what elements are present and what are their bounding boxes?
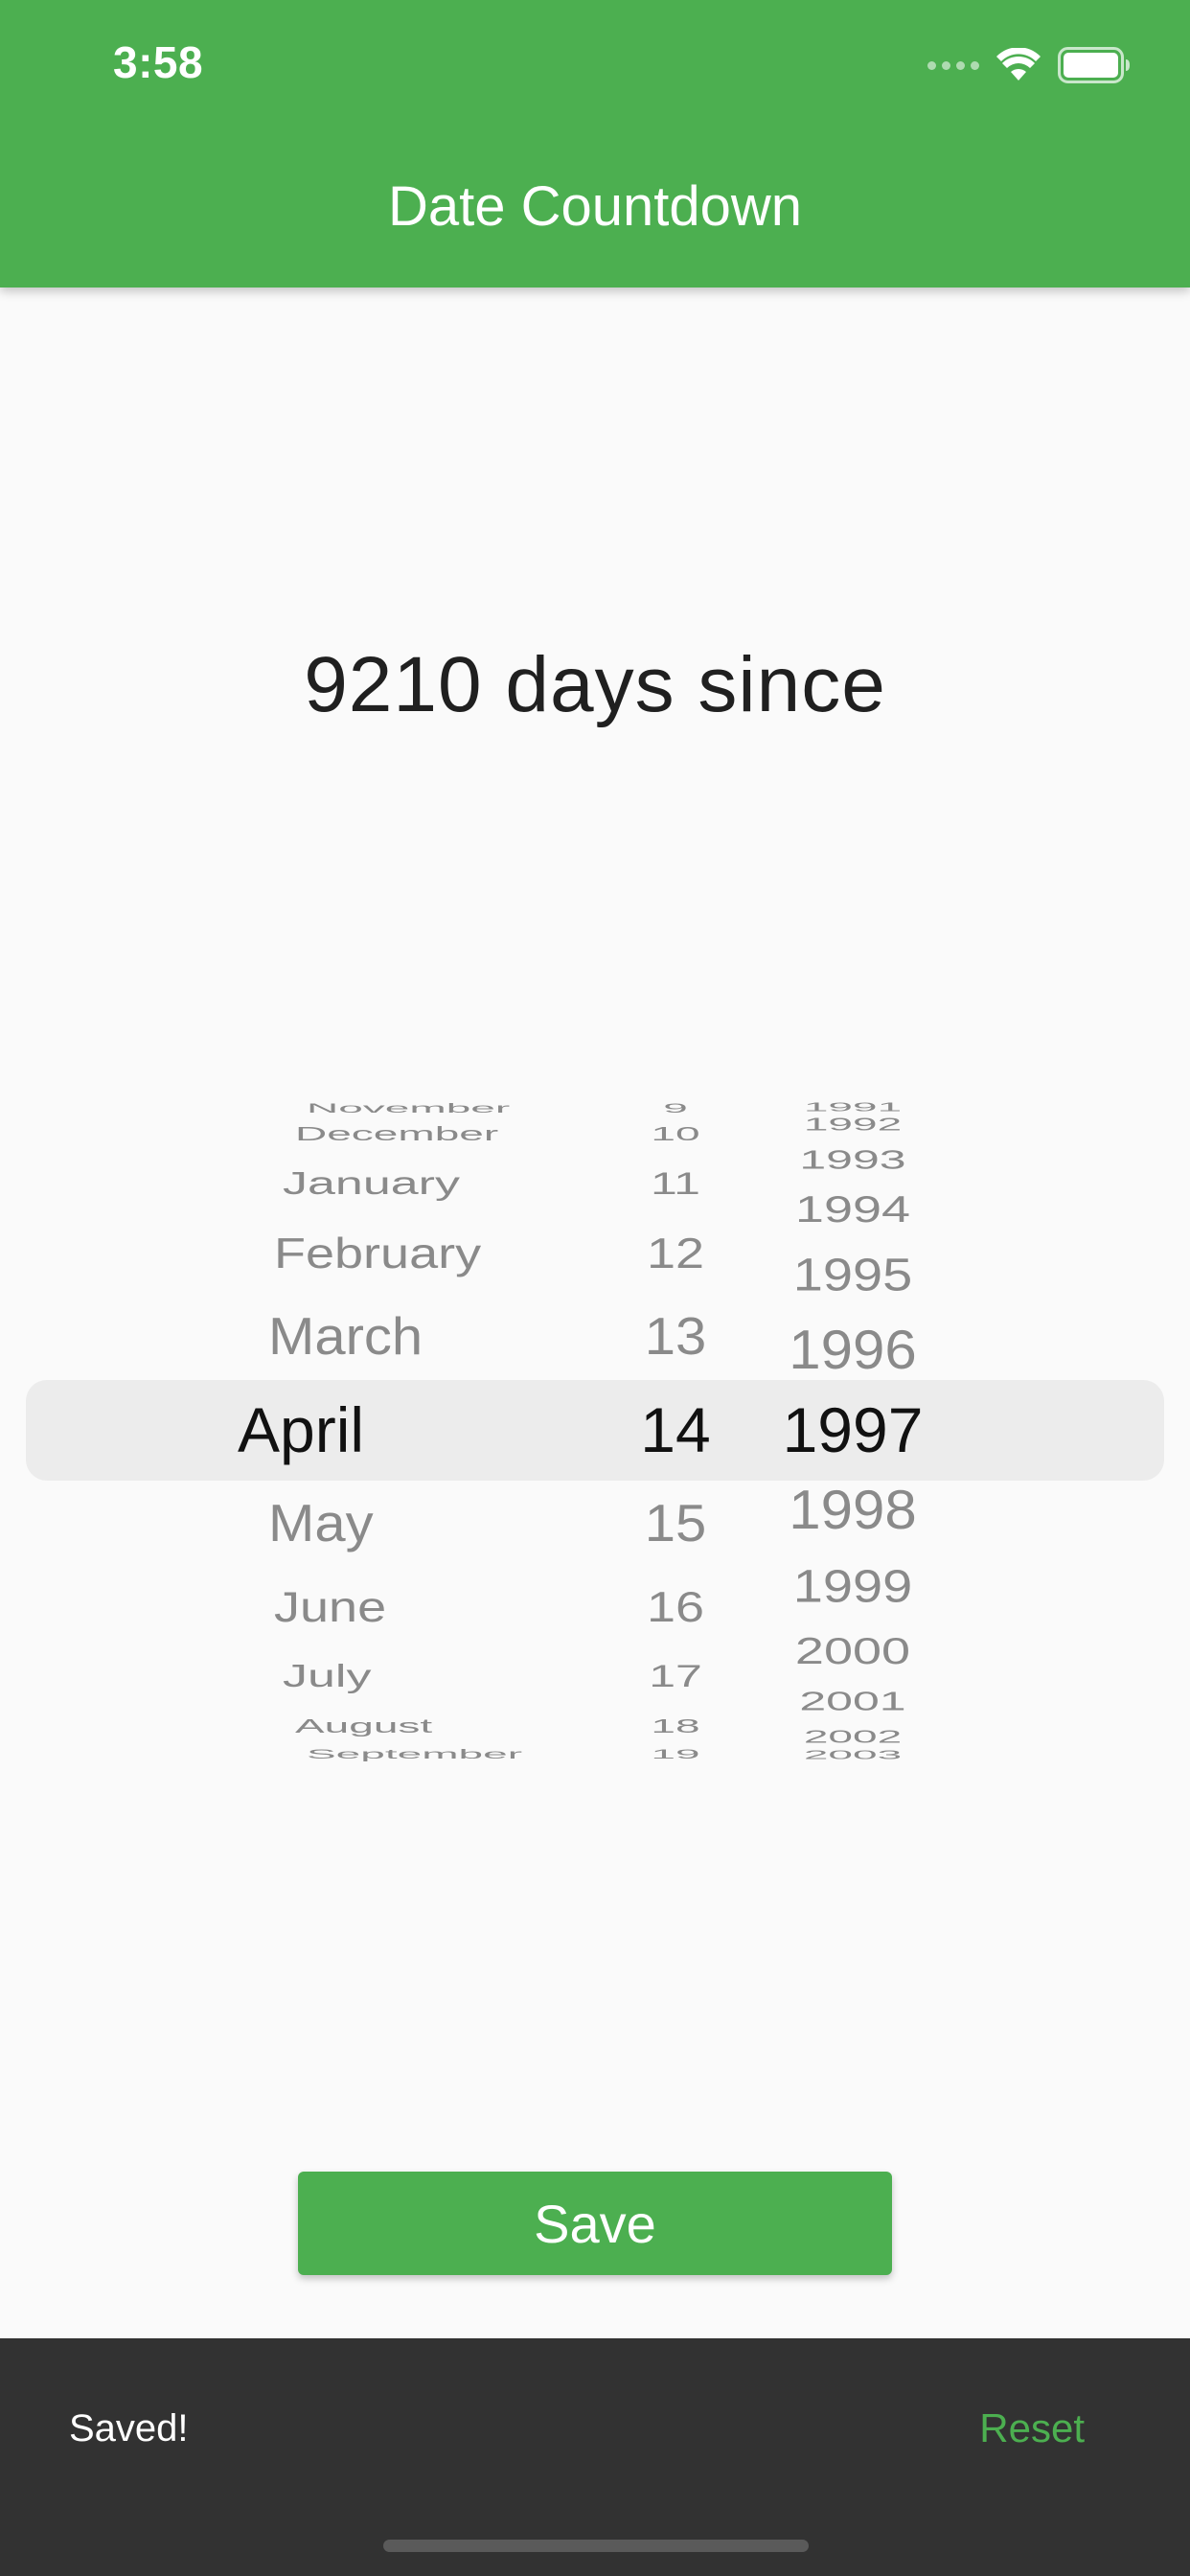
- picker-day-item[interactable]: 17: [623, 1652, 728, 1699]
- picker-year-item[interactable]: 2001: [767, 1681, 939, 1721]
- picker-year-item[interactable]: 2003: [767, 1744, 939, 1764]
- picker-year-item[interactable]: 1992: [767, 1110, 939, 1138]
- picker-year-item[interactable]: 2000: [767, 1625, 939, 1678]
- status-time: 3:58: [113, 37, 204, 87]
- picker-month-item[interactable]: March: [268, 1302, 671, 1370]
- picker-year-item[interactable]: 1998: [767, 1476, 939, 1546]
- picker-month-item[interactable]: June: [274, 1577, 676, 1637]
- home-indicator[interactable]: [383, 2540, 809, 2552]
- picker-day-item[interactable]: 10: [623, 1117, 728, 1150]
- picker-day-item[interactable]: 15: [623, 1489, 728, 1557]
- wifi-icon: [996, 48, 1041, 80]
- picker-day-item[interactable]: 16: [623, 1577, 728, 1637]
- picker-day-item[interactable]: 12: [623, 1224, 728, 1283]
- picker-day-item[interactable]: 11: [623, 1160, 728, 1207]
- picker-day-selected[interactable]: 14: [623, 1393, 728, 1466]
- page-title: Date Countdown: [387, 175, 803, 238]
- picker-day-item[interactable]: 9: [623, 1097, 728, 1119]
- app-bar: 3:58 Date Countdown: [0, 0, 1190, 288]
- battery-icon: [1058, 47, 1130, 83]
- picker-month-item[interactable]: May: [268, 1489, 671, 1557]
- picker-day-item[interactable]: 18: [623, 1710, 728, 1742]
- picker-day-item[interactable]: 13: [623, 1302, 728, 1370]
- picker-month-item[interactable]: February: [274, 1224, 676, 1283]
- picker-day-item[interactable]: 19: [623, 1743, 728, 1765]
- picker-year-item[interactable]: 1993: [767, 1139, 939, 1180]
- save-button[interactable]: Save: [298, 2172, 892, 2275]
- picker-year-item[interactable]: 1996: [767, 1316, 939, 1386]
- reset-button[interactable]: Reset: [979, 2405, 1085, 2451]
- cellular-signal-icon: [927, 60, 979, 70]
- picker-month-selected[interactable]: April: [238, 1393, 640, 1466]
- picker-year-item[interactable]: 1999: [767, 1554, 939, 1617]
- picker-year-item[interactable]: 1994: [767, 1184, 939, 1236]
- snackbar-message: Saved!: [69, 2407, 189, 2450]
- picker-year-selected[interactable]: 1997: [767, 1393, 939, 1466]
- picker-year-item[interactable]: 1995: [767, 1243, 939, 1305]
- status-icons: [927, 46, 1131, 84]
- days-since-headline: 9210 days since: [304, 641, 886, 728]
